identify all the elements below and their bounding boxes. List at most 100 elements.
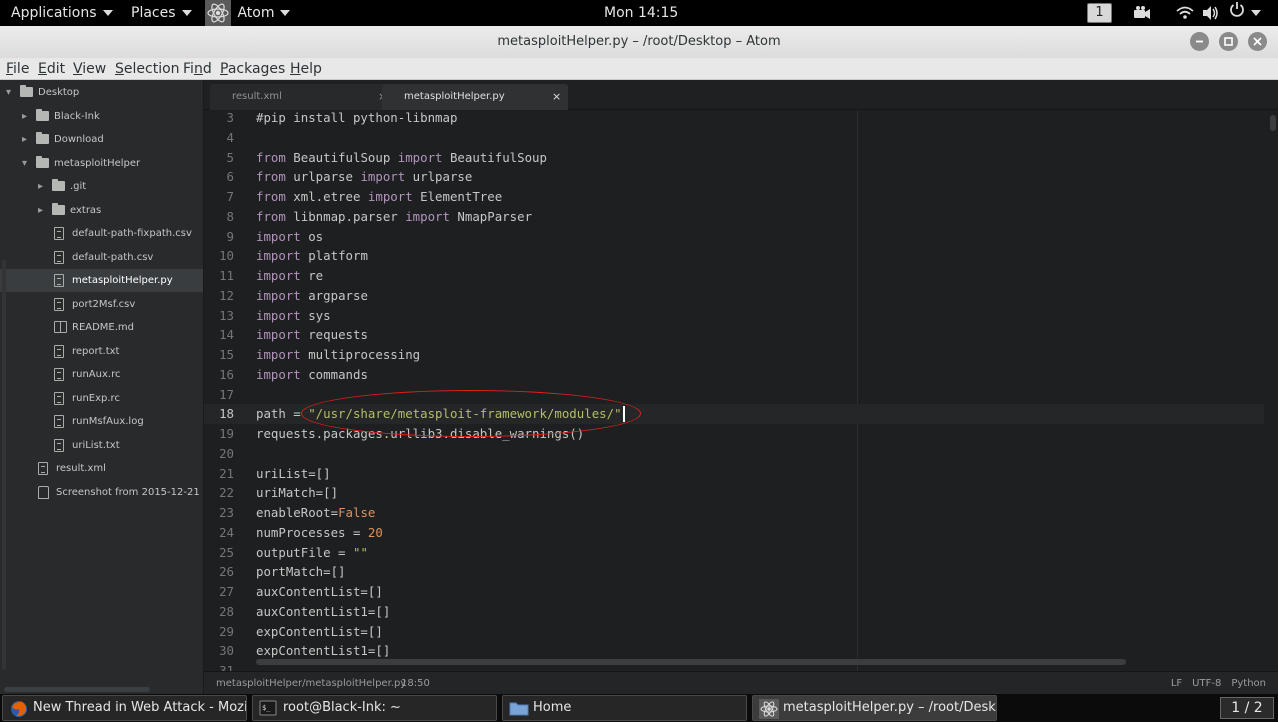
code-line[interactable]: 25 outputFile = "" — [204, 543, 1264, 563]
wifi-icon[interactable] — [1176, 0, 1194, 26]
camera-icon[interactable] — [1132, 0, 1152, 26]
status-line-ending[interactable]: LF — [1171, 678, 1182, 689]
taskbar-item-atom[interactable]: metasploitHelper.py – /root/Desk... — [752, 695, 997, 721]
app-menu[interactable]: Atom — [205, 0, 291, 26]
menu-packages[interactable]: Packages — [220, 60, 285, 78]
menu-edit[interactable]: Edit — [38, 60, 65, 78]
code-line[interactable]: 5 from BeautifulSoup import BeautifulSoup — [204, 148, 1264, 168]
power-menu[interactable] — [1229, 0, 1261, 26]
code-editor[interactable]: 3 #pip install python-libnmap 4 5 from Beaut… — [204, 111, 1278, 671]
chevron-right-icon[interactable]: ▸ — [22, 128, 30, 151]
code-line[interactable]: 22 uriMatch=[] — [204, 483, 1264, 503]
code-line[interactable]: 19 requests.packages.urllib3.disable_warn… — [204, 424, 1264, 444]
code-line[interactable]: 28 auxContentList1=[] — [204, 602, 1264, 622]
tree-item-label: result.xml — [56, 463, 106, 474]
tree-item[interactable]: metasploitHelper.py — [0, 269, 203, 292]
chevron-down-icon[interactable]: ▾ — [22, 152, 30, 175]
code-line[interactable]: 24 numProcesses = 20 — [204, 523, 1264, 543]
code-token: path = — [256, 406, 309, 422]
code-line[interactable]: 15 import multiprocessing — [204, 345, 1264, 365]
tab-result-xml[interactable]: result.xml × — [210, 84, 390, 110]
code-token: from — [256, 149, 286, 165]
tree-view-scrollbar-vertical[interactable] — [2, 260, 6, 670]
tree-item[interactable]: ▾ Desktop — [0, 81, 203, 104]
code-line[interactable]: 20 — [204, 444, 1264, 464]
taskbar-item-home[interactable]: Home — [502, 695, 747, 721]
code-line[interactable]: 23 enableRoot=False — [204, 503, 1264, 523]
minimize-button[interactable] — [1190, 32, 1209, 51]
workspace-pager[interactable]: 1 / 2 — [1220, 697, 1274, 719]
code-token: commands — [300, 366, 368, 382]
tree-item[interactable]: runAux.rc — [0, 363, 203, 386]
status-cursor-position[interactable]: 18:50 — [401, 672, 430, 695]
code-line[interactable]: 18 path = "/usr/share/metasploit-framewor… — [204, 404, 1264, 425]
folder-icon — [36, 108, 49, 121]
code-line[interactable]: 26 portMatch=[] — [204, 562, 1264, 582]
code-line[interactable]: 17 — [204, 385, 1264, 405]
editor-scrollbar-vertical[interactable] — [1270, 115, 1276, 131]
code-line[interactable]: 12 import argparse — [204, 286, 1264, 306]
tree-item[interactable]: uriList.txt — [0, 434, 203, 457]
close-button[interactable] — [1248, 32, 1267, 51]
chevron-right-icon[interactable]: ▸ — [22, 105, 30, 128]
applications-menu[interactable]: Applications — [11, 0, 113, 26]
tree-item[interactable]: README.md — [0, 316, 203, 339]
menu-find[interactable]: Find — [183, 60, 212, 78]
code-line[interactable]: 21 uriList=[] — [204, 464, 1264, 484]
tree-item[interactable]: result.xml — [0, 457, 203, 480]
code-line[interactable]: 11 import re — [204, 266, 1264, 286]
code-line[interactable]: 3 #pip install python-libnmap — [204, 111, 1264, 128]
tree-item[interactable]: port2Msf.csv — [0, 293, 203, 316]
close-icon[interactable]: × — [552, 84, 561, 110]
workspace-indicator[interactable]: 1 — [1087, 3, 1112, 23]
volume-icon[interactable] — [1201, 0, 1221, 26]
window-titlebar[interactable]: metasploitHelper.py – /root/Desktop – At… — [0, 26, 1278, 58]
editor-scrollbar-horizontal[interactable] — [256, 659, 1126, 665]
tree-item[interactable]: report.txt — [0, 340, 203, 363]
tree-item[interactable]: ▾ metasploitHelper — [0, 152, 203, 175]
tree-item[interactable]: runMsfAux.log — [0, 410, 203, 433]
maximize-button[interactable] — [1219, 32, 1238, 51]
tree-view-scrollbar-horizontal[interactable] — [4, 687, 150, 692]
chevron-right-icon[interactable]: ▸ — [38, 175, 46, 198]
tree-item[interactable]: runExp.rc — [0, 387, 203, 410]
taskbar-item-terminal[interactable]: $_ root@Black-Ink: ~ — [252, 695, 497, 721]
code-text: numProcesses = 20 — [256, 523, 383, 543]
code-line[interactable]: 8 from libnmap.parser import NmapParser — [204, 207, 1264, 227]
status-file-path[interactable]: metasploitHelper/metasploitHelper.py — [216, 672, 406, 695]
code-line[interactable]: 14 import requests — [204, 325, 1264, 345]
code-line[interactable]: 9 import os — [204, 227, 1264, 247]
tree-item[interactable]: default-path-fixpath.csv — [0, 222, 203, 245]
code-line[interactable]: 27 auxContentList=[] — [204, 582, 1264, 602]
menu-help[interactable]: Help — [290, 60, 322, 78]
taskbar-item-firefox[interactable]: New Thread in Web Attack - Mozi... — [2, 695, 247, 721]
chevron-right-icon[interactable]: ▸ — [38, 199, 46, 222]
tree-item[interactable]: ▸ Black-Ink — [0, 105, 203, 128]
code-line[interactable]: 29 expContentList=[] — [204, 622, 1264, 642]
line-number: 14 — [219, 327, 234, 343]
menu-help-label: elp — [300, 61, 322, 77]
tree-item[interactable]: Screenshot from 2015-12-21 1 — [0, 481, 203, 504]
code-line[interactable]: 16 import commands — [204, 365, 1264, 385]
code-line[interactable]: 13 import sys — [204, 306, 1264, 326]
tree-item[interactable]: ▸ extras — [0, 199, 203, 222]
code-token: auxContentList1=[] — [256, 603, 391, 619]
code-line[interactable]: 7 from xml.etree import ElementTree — [204, 187, 1264, 207]
clock[interactable]: Mon 14:15 — [604, 0, 678, 26]
menu-view[interactable]: View — [73, 60, 106, 78]
code-line[interactable]: 6 from urlparse import urlparse — [204, 167, 1264, 187]
chevron-down-icon[interactable]: ▾ — [6, 81, 14, 104]
menu-selection[interactable]: Selection — [115, 60, 180, 78]
tree-item[interactable]: default-path.csv — [0, 246, 203, 269]
code-line[interactable]: 4 — [204, 128, 1264, 148]
menu-file[interactable]: File — [6, 60, 29, 78]
tree-view[interactable]: ▾ Desktop ▸ Black-Ink ▸ Download ▾ metasploitHe… — [0, 80, 204, 694]
tree-item[interactable]: ▸ .git — [0, 175, 203, 198]
places-menu[interactable]: Places — [131, 0, 192, 26]
status-grammar[interactable]: Python — [1231, 678, 1266, 689]
code-line[interactable]: 10 import platform — [204, 246, 1264, 266]
atom-icon — [759, 699, 779, 719]
tab-metasploithelper-py[interactable]: metasploitHelper.py × — [382, 84, 568, 110]
status-encoding[interactable]: UTF-8 — [1192, 678, 1221, 689]
tree-item[interactable]: ▸ Download — [0, 128, 203, 151]
